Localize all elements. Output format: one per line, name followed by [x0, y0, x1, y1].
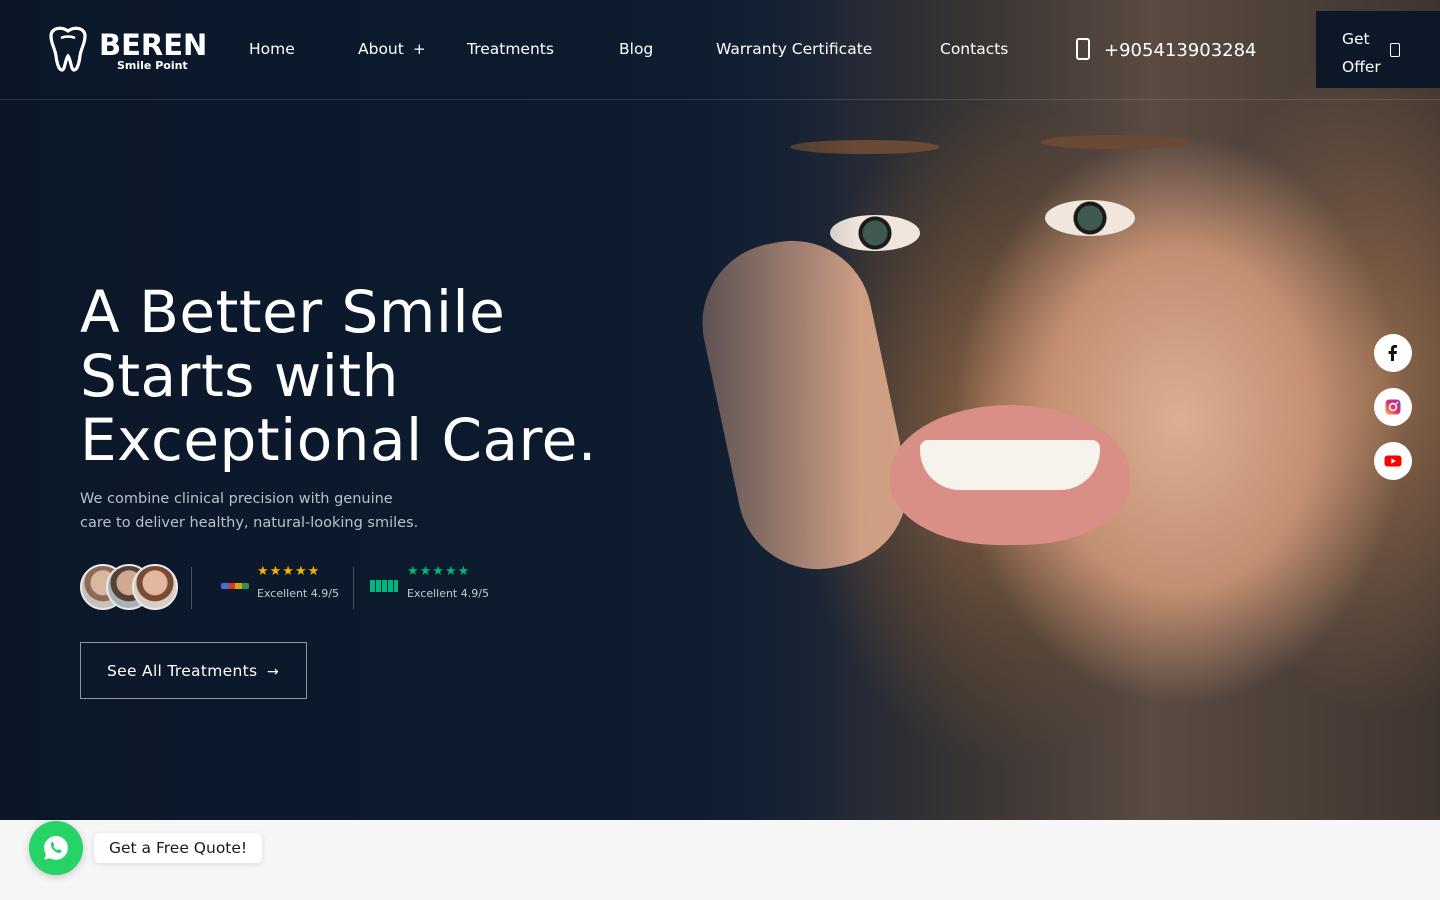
free-quote-label[interactable]: Get a Free Quote! [94, 833, 263, 863]
google-logo-icon [221, 583, 249, 589]
trustpilot-rating: Excellent 4.9/5 [407, 587, 489, 600]
avatar [132, 564, 178, 610]
phone-icon [1076, 38, 1090, 60]
nav-item-warranty-certificate[interactable]: Warranty Certificate [716, 38, 872, 60]
phone-link[interactable]: +905413903284 [1076, 38, 1257, 64]
document-icon [1390, 43, 1400, 57]
customer-avatars [80, 564, 180, 610]
get-offer-label: Get Offer [1342, 30, 1381, 76]
arrow-right-icon: → [267, 664, 279, 680]
hero-headline: A Better Smile Starts with Exceptional C… [80, 280, 640, 472]
hero-subtext-line1: We combine clinical precision with genui… [80, 491, 393, 507]
divider [191, 567, 192, 609]
hero-subtext-line2: care to deliver healthy, natural-looking… [80, 515, 419, 531]
divider [353, 567, 354, 609]
hero-headline-line1: A Better Smile [80, 278, 506, 346]
facebook-icon [1388, 345, 1397, 361]
tooth-logo-icon [49, 26, 87, 72]
get-offer-button[interactable]: Get Offer [1316, 11, 1440, 88]
instagram-link[interactable] [1374, 388, 1412, 426]
social-proof: ★★★★★ Excellent 4.9/5 ★★★★★ Excellent 4.… [80, 563, 520, 611]
youtube-link[interactable] [1374, 442, 1412, 480]
nav-item-home[interactable]: Home [249, 38, 295, 60]
site-header: BEREN Smile Point Home About + Treatment… [0, 0, 1440, 100]
google-stars: ★★★★★ [257, 564, 321, 579]
see-all-treatments-button[interactable]: See All Treatments → [80, 642, 307, 699]
expand-plus-icon[interactable]: + [413, 40, 426, 58]
hero-photo-brow-right [1040, 135, 1190, 149]
phone-number: +905413903284 [1104, 40, 1257, 61]
hero-section: A Better Smile Starts with Exceptional C… [0, 0, 1440, 820]
nav-item-treatments[interactable]: Treatments [467, 38, 554, 60]
nav-item-blog[interactable]: Blog [619, 38, 653, 60]
whatsapp-icon [44, 836, 68, 860]
youtube-icon [1384, 455, 1402, 467]
hero-photo-teeth [920, 440, 1100, 490]
brand-logo[interactable]: BEREN Smile Point [45, 26, 208, 74]
nav-item-contacts[interactable]: Contacts [940, 38, 1008, 60]
whatsapp-button[interactable] [29, 821, 83, 875]
see-all-treatments-label: See All Treatments [107, 662, 258, 680]
facebook-link[interactable] [1374, 334, 1412, 372]
hero-subtext: We combine clinical precision with genui… [80, 487, 460, 535]
hero-photo-eye-right [1045, 200, 1135, 236]
trustpilot-stars: ★★★★★ [407, 564, 471, 579]
instagram-icon [1385, 399, 1401, 415]
hero-headline-line2: Starts with [80, 342, 399, 410]
trustpilot-logo-icon [370, 580, 398, 592]
nav-item-about[interactable]: About [358, 38, 404, 60]
brand-name: BEREN [99, 28, 208, 62]
hero-headline-line3: Exceptional Care. [80, 406, 597, 474]
google-rating: Excellent 4.9/5 [257, 587, 339, 600]
brand-tagline: Smile Point [117, 59, 188, 72]
